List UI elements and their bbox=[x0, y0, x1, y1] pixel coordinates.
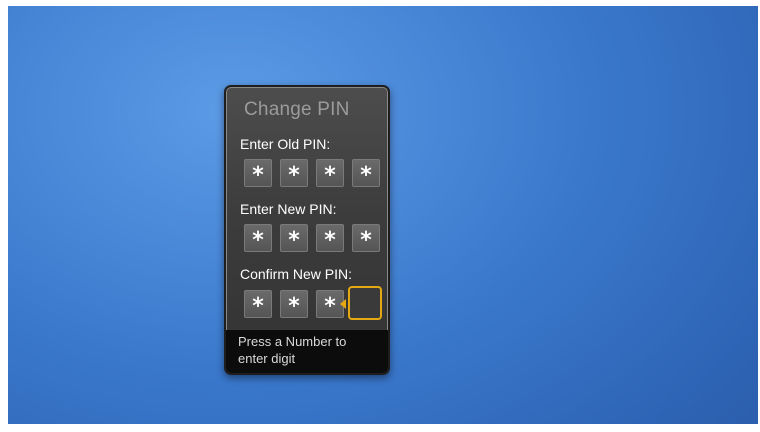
confirm-pin-row: * * * bbox=[244, 286, 384, 320]
old-pin-digit-3[interactable]: * bbox=[316, 159, 344, 187]
new-pin-digit-3[interactable]: * bbox=[316, 224, 344, 252]
desktop-background: Change PIN Enter Old PIN: * * * * Enter … bbox=[8, 6, 758, 424]
confirm-pin-label: Confirm New PIN: bbox=[240, 266, 353, 282]
old-pin-digit-2[interactable]: * bbox=[280, 159, 308, 187]
focus-arrow-icon bbox=[340, 299, 346, 309]
change-pin-dialog: Change PIN Enter Old PIN: * * * * Enter … bbox=[224, 85, 390, 375]
confirm-pin-digit-1[interactable]: * bbox=[244, 290, 272, 318]
confirm-pin-digit-4[interactable] bbox=[348, 286, 382, 320]
new-pin-label: Enter New PIN: bbox=[240, 201, 337, 217]
old-pin-row: * * * * bbox=[244, 159, 384, 187]
old-pin-label: Enter Old PIN: bbox=[240, 136, 331, 152]
old-pin-digit-1[interactable]: * bbox=[244, 159, 272, 187]
confirm-pin-digit-2[interactable]: * bbox=[280, 290, 308, 318]
new-pin-digit-4[interactable]: * bbox=[352, 224, 380, 252]
new-pin-digit-1[interactable]: * bbox=[244, 224, 272, 252]
new-pin-digit-2[interactable]: * bbox=[280, 224, 308, 252]
hint-bar: Press a Number to enter digit bbox=[226, 330, 388, 373]
dialog-title: Change PIN bbox=[244, 99, 350, 120]
old-pin-digit-4[interactable]: * bbox=[352, 159, 380, 187]
new-pin-row: * * * * bbox=[244, 224, 384, 252]
